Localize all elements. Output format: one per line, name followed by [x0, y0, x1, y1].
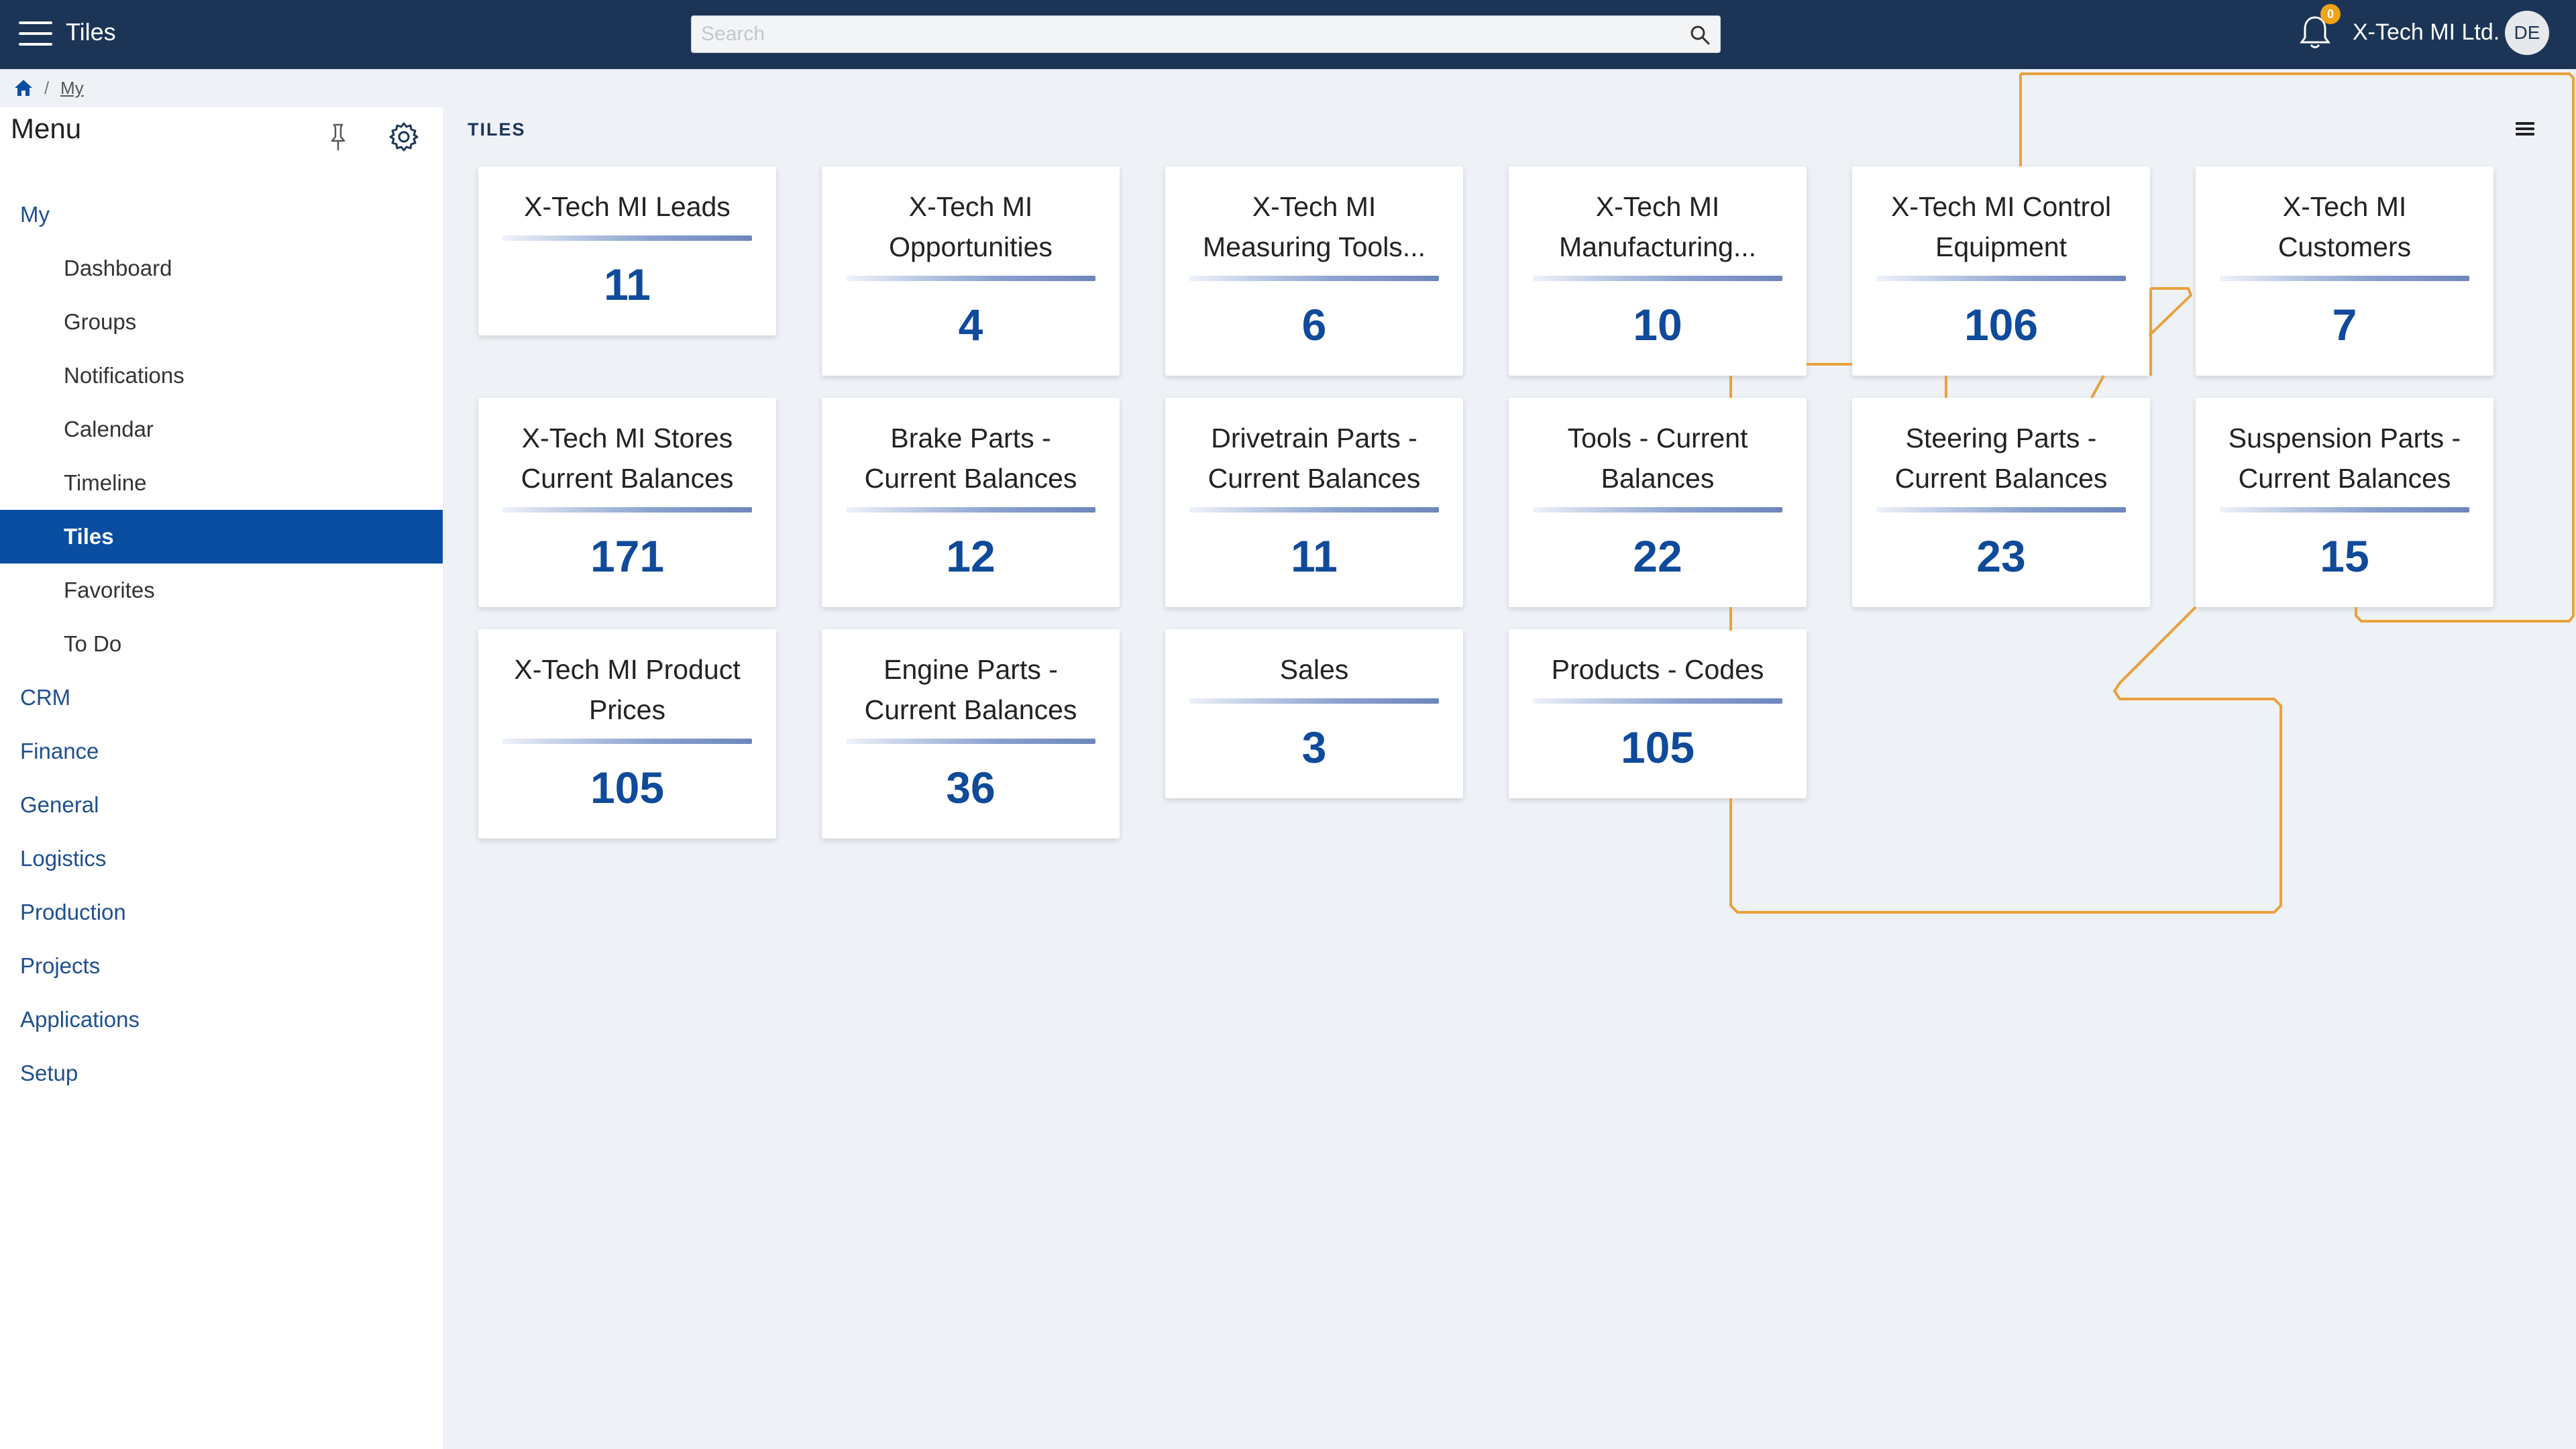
sidebar-item-notifications[interactable]: Notifications [0, 349, 443, 402]
tile-title: X-Tech MI Customers [2277, 191, 2412, 262]
sidebar-item-timeline[interactable]: Timeline [0, 456, 443, 510]
tile-title: X-Tech MI Control Equipment [1890, 191, 2112, 262]
tile-divider [846, 507, 1095, 513]
tile-value: 23 [1976, 531, 2026, 581]
tile-value: 12 [946, 531, 996, 581]
sidebar-section-production[interactable]: Production [0, 885, 443, 939]
sidebar-section-crm[interactable]: CRM [0, 671, 443, 724]
app-title: Tiles [66, 18, 116, 46]
tile-divider [2220, 507, 2469, 513]
tile-title: Sales [1279, 654, 1349, 685]
pin-icon[interactable] [327, 122, 349, 153]
tile-value: 106 [1964, 300, 2039, 350]
tile-value: 4 [958, 300, 983, 350]
tile-value: 11 [1291, 531, 1338, 581]
tile-divider [502, 235, 752, 241]
menu-title: Menu [11, 113, 82, 144]
sidebar-item-tiles[interactable]: Tiles [0, 510, 443, 564]
breadcrumb-separator: / [44, 78, 50, 98]
tile-value: 10 [1633, 300, 1682, 350]
breadcrumb-my-link[interactable]: My [60, 78, 84, 99]
tile-brake-parts-balances[interactable]: Brake Parts - Current Balances 12 [822, 398, 1120, 607]
tile-title: Tools - Current Balances [1567, 423, 1748, 494]
tile-sales[interactable]: Sales 3 [1165, 629, 1463, 798]
tile-divider [1876, 276, 2126, 281]
tile-xtech-leads[interactable]: X-Tech MI Leads 11 [478, 166, 776, 335]
tile-divider [502, 739, 752, 744]
tile-title: Steering Parts - Current Balances [1894, 423, 2108, 494]
sidebar: Menu My Dashboard Groups Notifications C… [0, 107, 443, 1449]
tile-divider [1189, 698, 1439, 704]
tile-xtech-measuring-tools[interactable]: X-Tech MI Measuring Tools... 6 [1165, 166, 1463, 376]
tile-divider [1876, 507, 2126, 513]
tiles-section-header: TILES [468, 119, 526, 140]
tile-title: X-Tech MI Measuring Tools... [1203, 191, 1426, 262]
tile-title: X-Tech MI Manufacturing... [1559, 191, 1756, 262]
tile-value: 22 [1633, 531, 1682, 581]
sidebar-section-general[interactable]: General [0, 778, 443, 832]
tile-xtech-control-equipment[interactable]: X-Tech MI Control Equipment 106 [1852, 166, 2150, 376]
list-menu-icon[interactable] [2513, 119, 2537, 139]
tile-divider [1533, 276, 1782, 281]
tile-value: 6 [1301, 300, 1327, 350]
tile-value: 105 [590, 763, 665, 812]
tile-title: X-Tech MI Opportunities [889, 191, 1053, 262]
sidebar-item-favorites[interactable]: Favorites [0, 564, 443, 617]
tile-title: X-Tech MI Product Prices [514, 654, 741, 725]
company-name[interactable]: X-Tech MI Ltd. [2353, 17, 2500, 47]
hamburger-menu-icon[interactable] [19, 20, 52, 47]
home-icon[interactable] [13, 78, 34, 98]
notification-count-badge: 0 [2320, 4, 2341, 24]
sidebar-item-calendar[interactable]: Calendar [0, 402, 443, 456]
tile-xtech-opportunities[interactable]: X-Tech MI Opportunities 4 [822, 166, 1120, 376]
tile-value: 11 [604, 260, 651, 309]
tile-drivetrain-parts-balances[interactable]: Drivetrain Parts - Current Balances 11 [1165, 398, 1463, 607]
tile-value: 105 [1620, 722, 1695, 772]
tile-products-codes[interactable]: Products - Codes 105 [1509, 629, 1807, 798]
tile-value: 36 [946, 763, 996, 812]
tile-title: X-Tech MI Stores Current Balances [521, 423, 734, 494]
sidebar-section-finance[interactable]: Finance [0, 724, 443, 778]
tile-value: 171 [590, 531, 665, 581]
sidebar-section-logistics[interactable]: Logistics [0, 832, 443, 885]
tile-title: Drivetrain Parts - Current Balances [1208, 423, 1421, 494]
tile-divider [846, 739, 1095, 744]
tile-divider [1189, 276, 1439, 281]
tile-suspension-parts-balances[interactable]: Suspension Parts - Current Balances 15 [2196, 398, 2493, 607]
search-input[interactable] [692, 16, 1671, 52]
tile-engine-parts-balances[interactable]: Engine Parts - Current Balances 36 [822, 629, 1120, 839]
tile-xtech-stores-balances[interactable]: X-Tech MI Stores Current Balances 171 [478, 398, 776, 607]
tile-divider [1189, 507, 1439, 513]
gear-icon[interactable] [388, 121, 420, 153]
sidebar-item-todo[interactable]: To Do [0, 617, 443, 671]
tile-xtech-manufacturing[interactable]: X-Tech MI Manufacturing... 10 [1509, 166, 1807, 376]
tile-divider [846, 276, 1095, 281]
tile-title: X-Tech MI Leads [524, 191, 731, 222]
avatar[interactable]: DE [2505, 11, 2549, 55]
search-box [691, 15, 1721, 53]
top-bar: Tiles 0 X-Tech MI Ltd. DE [0, 0, 2576, 69]
tile-divider [502, 507, 752, 513]
tile-title: Products - Codes [1551, 654, 1764, 685]
tile-value: 15 [2320, 531, 2369, 581]
tile-divider [1533, 507, 1782, 513]
tile-steering-parts-balances[interactable]: Steering Parts - Current Balances 23 [1852, 398, 2150, 607]
tile-divider [2220, 276, 2469, 281]
sidebar-section-my[interactable]: My [0, 188, 443, 241]
sidebar-section-setup[interactable]: Setup [0, 1046, 443, 1100]
tile-tools-balances[interactable]: Tools - Current Balances 22 [1509, 398, 1807, 607]
tile-title: Brake Parts - Current Balances [864, 423, 1077, 494]
tile-value: 7 [2332, 300, 2357, 350]
tile-title: Suspension Parts - Current Balances [2228, 423, 2461, 494]
tile-value: 3 [1301, 722, 1327, 772]
search-icon[interactable] [1689, 24, 1711, 46]
sidebar-item-dashboard[interactable]: Dashboard [0, 241, 443, 295]
sidebar-section-applications[interactable]: Applications [0, 993, 443, 1046]
tile-xtech-customers[interactable]: X-Tech MI Customers 7 [2196, 166, 2493, 376]
sidebar-section-projects[interactable]: Projects [0, 939, 443, 993]
sidebar-item-groups[interactable]: Groups [0, 295, 443, 349]
tile-divider [1533, 698, 1782, 704]
tile-title: Engine Parts - Current Balances [864, 654, 1077, 725]
tile-xtech-product-prices[interactable]: X-Tech MI Product Prices 105 [478, 629, 776, 839]
